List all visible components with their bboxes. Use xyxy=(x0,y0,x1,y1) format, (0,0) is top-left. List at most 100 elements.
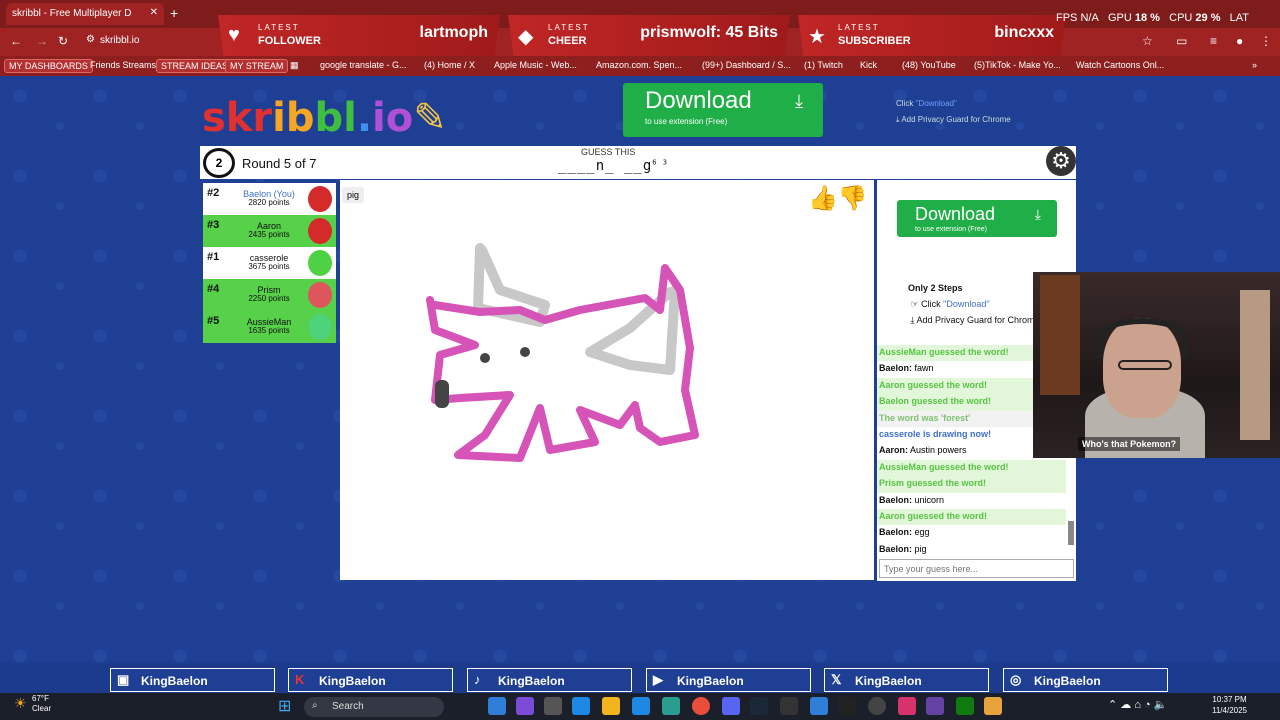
download-ad-button[interactable]: Download to use extension (Free) ⤓ xyxy=(623,83,823,137)
browser-tab[interactable]: skribbl - Free Multiplayer D ✕ xyxy=(6,3,164,25)
alert-kicker: LATEST xyxy=(838,23,880,32)
social-x: 𝕏 KingBaelon xyxy=(824,668,989,692)
bookmark[interactable]: (1) Twitch xyxy=(800,59,847,71)
download-label: Download xyxy=(915,204,996,224)
bookmark[interactable]: (4) Home / X xyxy=(420,59,479,71)
social-handle: KingBaelon xyxy=(319,674,386,688)
chat-author: Baelon: xyxy=(879,494,913,505)
bookmark[interactable]: Amazon.com. Spen... xyxy=(592,59,686,71)
download-icon: ⤓ xyxy=(1034,206,1041,222)
drawing-canvas[interactable] xyxy=(340,180,874,580)
taskbar-app-icon[interactable] xyxy=(780,697,798,715)
close-tab-icon[interactable]: ✕ xyxy=(150,7,158,18)
taskbar-app-icon[interactable] xyxy=(838,697,856,715)
player-card[interactable]: #5 AussieMan 1635 points xyxy=(203,311,336,343)
guess-input[interactable] xyxy=(879,559,1074,578)
taskbar-app-icon[interactable] xyxy=(810,697,828,715)
taskbar-app-icon[interactable] xyxy=(898,697,916,715)
stroke-snout xyxy=(435,380,449,408)
taskbar-app-icon[interactable] xyxy=(632,697,650,715)
social-youtube: ▶ KingBaelon xyxy=(646,668,811,692)
pencil-icon: ✎ xyxy=(413,95,447,141)
taskbar-clock[interactable]: 10:37 PM 11/4/2025 xyxy=(1212,694,1247,716)
clock-date: 11/4/2025 xyxy=(1212,706,1247,715)
taskbar-app-icon[interactable] xyxy=(602,697,620,715)
bookmark[interactable]: google translate - G... xyxy=(316,59,411,71)
chat-text: fawn xyxy=(912,363,934,374)
settings-gear-icon[interactable]: ⚙ xyxy=(1046,146,1076,176)
chat-message: Baelon: pig xyxy=(877,542,1066,558)
x-icon: 𝕏 xyxy=(831,672,842,687)
player-points: 1635 points xyxy=(248,326,290,335)
taskbar-search[interactable]: ⌕ Search xyxy=(304,697,444,717)
social-instagram: ◎ KingBaelon xyxy=(1003,668,1168,692)
profile-icon[interactable]: ● xyxy=(1236,34,1243,48)
bookmark[interactable]: STREAM IDEAS xyxy=(156,59,234,73)
menu-icon[interactable]: ⋮ xyxy=(1260,34,1272,48)
taskbar-app-icon[interactable] xyxy=(662,697,680,715)
taskbar-app-icon[interactable] xyxy=(984,697,1002,715)
player-card[interactable]: #2 Baelon (You) 2820 points xyxy=(203,183,336,215)
chat-scrollbar[interactable] xyxy=(1068,521,1074,545)
chat-author: Aaron: xyxy=(879,445,908,456)
taskbar-app-icon[interactable] xyxy=(488,697,506,715)
bookmark[interactable]: (99+) Dashboard / S... xyxy=(698,59,795,71)
bookmark[interactable]: Watch Cartoons Onl... xyxy=(1072,59,1168,71)
chat-text: egg xyxy=(912,527,930,538)
xbox-icon[interactable] xyxy=(956,697,974,715)
alert-value: lartmoph xyxy=(419,24,488,41)
cpu-value: 29 % xyxy=(1195,12,1221,24)
cast-icon[interactable]: ▭ xyxy=(1176,34,1187,48)
back-icon[interactable]: ← xyxy=(10,34,22,48)
taskbar-app-icon[interactable] xyxy=(516,697,534,715)
reload-icon[interactable]: ↻ xyxy=(58,34,68,48)
star-icon: ★ xyxy=(808,26,826,48)
search-label: Search xyxy=(332,701,364,712)
bookmark[interactable]: Friends Streams xyxy=(86,59,160,71)
bookmark[interactable]: MY DASHBOARDS xyxy=(4,59,93,73)
webcam-background-object xyxy=(1040,275,1080,395)
player-rank: #3 xyxy=(207,219,220,231)
twitch-taskbar-icon[interactable] xyxy=(926,697,944,715)
chat-download-ad-button[interactable]: Download to use extension (Free) ⤓ xyxy=(897,200,1057,237)
taskbar-app-icon[interactable] xyxy=(572,697,590,715)
bookmark[interactable]: MY STREAM xyxy=(225,59,289,73)
chat-text: Baelon guessed the word! xyxy=(879,396,992,407)
instagram-icon: ◎ xyxy=(1010,672,1022,687)
thumbs-down-icon[interactable]: 👎 xyxy=(838,185,868,212)
player-card[interactable]: #4 Prism 2250 points xyxy=(203,279,336,311)
chat-author: Baelon: xyxy=(879,543,913,554)
discord-icon[interactable] xyxy=(722,697,740,715)
player-card[interactable]: #1 casserole 3675 points xyxy=(203,247,336,279)
chat-text: unicorn xyxy=(912,494,945,505)
chrome-icon[interactable] xyxy=(692,697,710,715)
thumbs-up-icon[interactable]: 👍 xyxy=(808,185,838,212)
more-bookmarks-icon[interactable]: » xyxy=(1248,59,1261,71)
bookmark[interactable]: (5)TikTok - Make Yo... xyxy=(970,59,1065,71)
player-card[interactable]: #3 Aaron 2435 points xyxy=(203,215,336,247)
taskbar-app-icon[interactable] xyxy=(544,697,562,715)
bookmark[interactable]: Apple Music - Web... xyxy=(490,59,581,71)
obs-icon[interactable] xyxy=(868,697,886,715)
steam-icon[interactable] xyxy=(750,697,768,715)
pointer-icon: ☞ xyxy=(910,299,919,309)
url-field[interactable]: skribbl.io xyxy=(100,35,139,46)
step-download-link[interactable]: "Download" xyxy=(943,299,989,309)
bookmark[interactable]: (48) YouTube xyxy=(898,59,960,71)
step-text: Add Privacy Guard for Chrome xyxy=(916,315,1040,325)
windows-start-icon[interactable]: ⊞ xyxy=(278,696,291,716)
chat-text: AussieMan guessed the word! xyxy=(879,461,1009,472)
ad-download-link[interactable]: "Download" xyxy=(916,99,957,108)
extensions-icon[interactable]: ≡ xyxy=(1210,34,1217,48)
tray-icons[interactable]: ⌃ ☁ ⌂ ◔ 🔈 xyxy=(1108,698,1167,711)
apps-icon[interactable]: ▦ xyxy=(286,59,303,72)
player-rank: #1 xyxy=(207,251,220,263)
bookmark-star-icon[interactable]: ☆ xyxy=(1142,34,1153,48)
forward-icon[interactable]: → xyxy=(36,34,48,48)
site-info-icon[interactable]: ⚙ xyxy=(86,34,95,45)
new-tab-icon[interactable]: + xyxy=(170,5,178,21)
weather-widget[interactable]: 67°F Clear xyxy=(32,694,51,714)
ad-step-text: Click xyxy=(896,99,914,108)
bookmark[interactable]: Kick xyxy=(856,59,881,71)
weather-temp: 67°F xyxy=(32,694,49,703)
